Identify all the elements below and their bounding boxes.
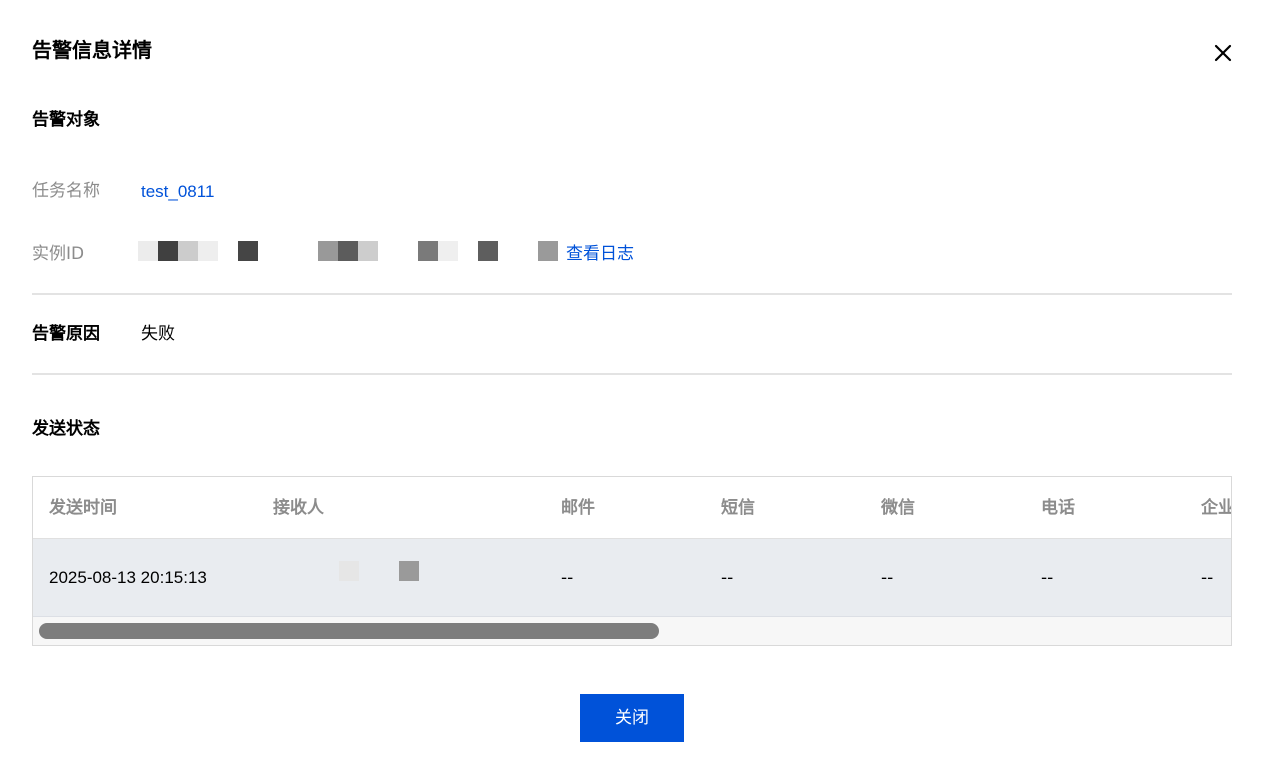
column-header-receiver: 接收人 xyxy=(273,498,324,518)
cell-wechat: -- xyxy=(881,568,894,588)
receiver-masked xyxy=(399,561,419,581)
column-header-send-time: 发送时间 xyxy=(49,498,117,518)
column-header-phone: 电话 xyxy=(1041,498,1075,518)
alert-detail-dialog: 告警信息详情 告警对象 任务名称 test_0811 实例ID 查看日志 告警原… xyxy=(0,0,1264,774)
instance-id-masked xyxy=(138,241,558,261)
task-name-label: 任务名称 xyxy=(32,181,100,201)
dialog-title: 告警信息详情 xyxy=(32,38,152,62)
instance-id-label: 实例ID xyxy=(32,244,85,264)
receiver-masked xyxy=(339,561,359,581)
divider xyxy=(32,293,1232,295)
close-icon[interactable] xyxy=(1210,40,1236,66)
cell-email: -- xyxy=(561,568,574,588)
table-header: 发送时间 接收人 邮件 短信 微信 电话 企业 xyxy=(33,477,1231,539)
alert-reason-value: 失败 xyxy=(141,324,175,344)
scrollbar-thumb[interactable] xyxy=(39,623,659,639)
column-header-wechat: 微信 xyxy=(881,498,915,518)
send-status-table: 发送时间 接收人 邮件 短信 微信 电话 企业 2025-08-13 20:15… xyxy=(32,476,1232,646)
section-title-alert-target: 告警对象 xyxy=(32,110,100,130)
view-log-link[interactable]: 查看日志 xyxy=(566,242,634,266)
cell-sms: -- xyxy=(721,568,734,588)
table-row: 2025-08-13 20:15:13 -- -- -- -- -- xyxy=(33,539,1231,617)
divider xyxy=(32,373,1232,375)
column-header-email: 邮件 xyxy=(561,498,595,518)
column-header-enterprise: 企业 xyxy=(1201,498,1232,518)
column-header-sms: 短信 xyxy=(721,498,755,518)
task-name-link[interactable]: test_0811 xyxy=(141,180,214,204)
horizontal-scrollbar[interactable] xyxy=(33,617,1231,645)
close-button[interactable]: 关闭 xyxy=(580,694,684,742)
cell-send-time: 2025-08-13 20:15:13 xyxy=(49,568,207,587)
alert-reason-label: 告警原因 xyxy=(32,324,100,344)
cell-enterprise: -- xyxy=(1201,568,1214,588)
section-title-send-status: 发送状态 xyxy=(32,419,100,439)
cell-phone: -- xyxy=(1041,568,1054,588)
